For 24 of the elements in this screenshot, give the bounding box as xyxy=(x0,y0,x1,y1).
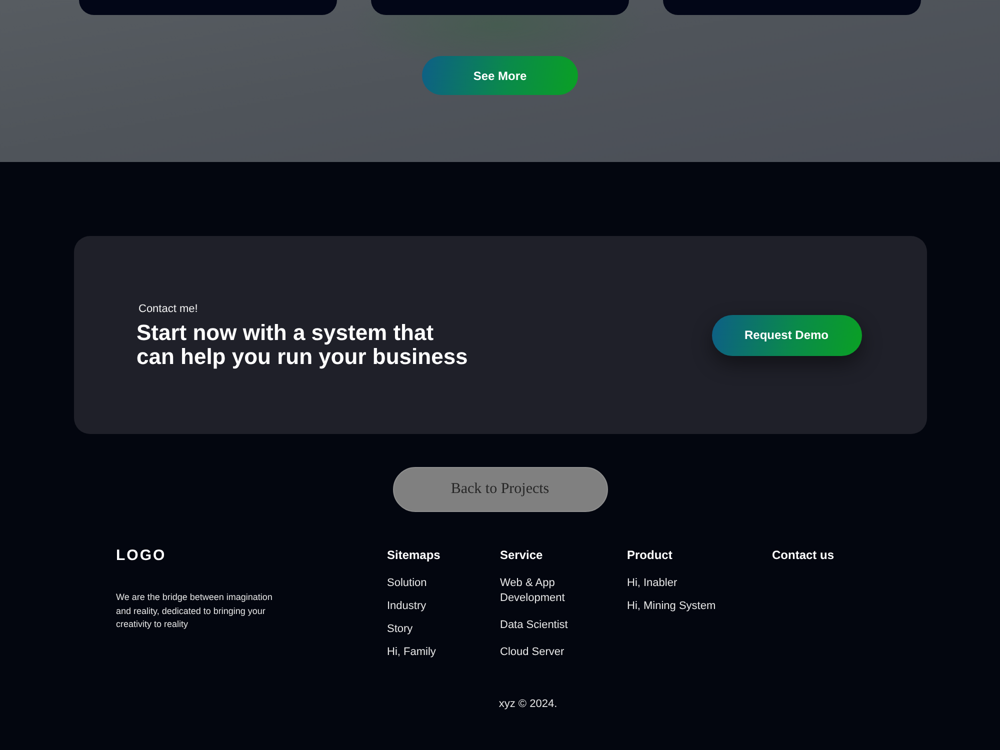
footer-link[interactable]: Data Scientist xyxy=(500,618,604,633)
footer-link[interactable]: Cloud Server xyxy=(500,645,604,660)
see-more-button[interactable]: See More xyxy=(422,56,578,95)
copyright-text: xyz © 2024. xyxy=(498,697,558,712)
footer-column-heading: Product xyxy=(627,548,674,563)
cta-heading: Start now with a system that can help you run your business xyxy=(136,321,469,370)
project-card[interactable] xyxy=(78,0,337,15)
footer-column-heading: Sitemaps xyxy=(387,548,442,563)
footer-link[interactable]: Hi, Family xyxy=(387,645,491,660)
project-card[interactable] xyxy=(663,0,922,15)
footer-description: We are the bridge between imagination and reality, dedicated to bringing your creativity to reality xyxy=(116,591,274,631)
footer-column-heading: Service xyxy=(500,548,544,563)
footer-link[interactable]: Industry xyxy=(387,599,491,614)
back-to-projects-button[interactable]: Back to Projects xyxy=(392,467,608,512)
footer-link[interactable]: Story xyxy=(387,622,491,637)
logo[interactable]: LOGO xyxy=(116,548,387,563)
footer-link[interactable]: Web & App Development xyxy=(500,576,604,606)
request-demo-button[interactable]: Request Demo xyxy=(712,314,862,356)
footer-column-heading: Contact us xyxy=(772,548,834,563)
footer-link[interactable]: Hi, Mining System xyxy=(627,599,731,614)
project-card[interactable] xyxy=(370,0,630,15)
cta-eyebrow: Contact me! xyxy=(138,302,199,317)
footer-link[interactable]: Solution xyxy=(387,576,491,591)
footer-link[interactable]: Hi, Inabler xyxy=(627,576,731,591)
